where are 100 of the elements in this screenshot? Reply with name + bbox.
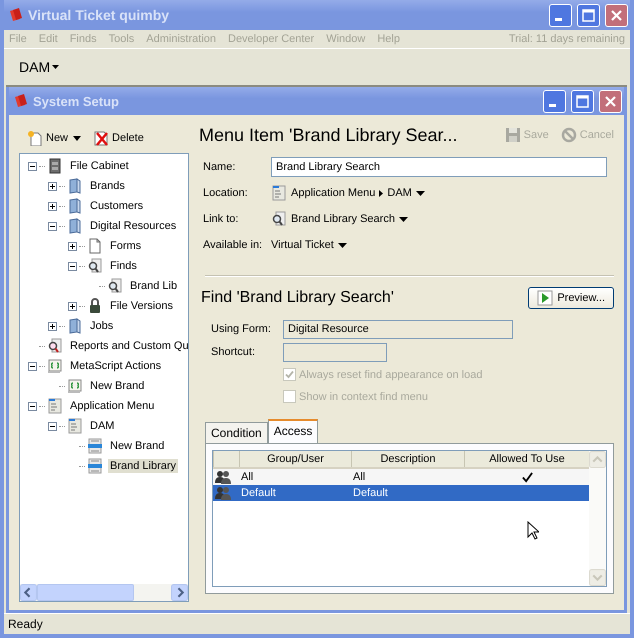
magnifier-icon (271, 211, 287, 227)
menu-icon (67, 418, 83, 434)
tab[interactable]: Condition (205, 422, 268, 443)
dropdown-arrow-icon[interactable] (398, 216, 408, 222)
tree-item[interactable]: New Brand (88, 379, 146, 393)
dropdown-arrow-icon[interactable] (416, 190, 425, 196)
collapse-toggle[interactable] (48, 422, 57, 430)
expand-toggle[interactable] (68, 302, 77, 310)
delete-button[interactable]: Delete (93, 130, 144, 146)
collapse-toggle[interactable] (28, 162, 37, 170)
expand-toggle[interactable] (68, 242, 77, 250)
tab[interactable]: Access (268, 419, 318, 443)
magnifier-icon (87, 258, 103, 274)
collapse-toggle[interactable] (68, 262, 77, 270)
tree-item[interactable]: DAM (88, 419, 116, 433)
menu-item-icon (87, 458, 103, 474)
link-target[interactable]: Brand Library Search (291, 213, 395, 225)
column-header[interactable]: Group/User (239, 451, 351, 467)
script-icon (67, 378, 83, 394)
maximize-button[interactable] (577, 4, 600, 26)
table-cell-text: Default (352, 486, 389, 501)
dropdown-arrow-icon[interactable] (338, 242, 347, 248)
magnifier-icon (107, 278, 123, 294)
table-cell-text: All (352, 470, 366, 485)
scroll-right-button[interactable] (171, 584, 188, 601)
menu-icon (271, 185, 287, 201)
folder-icon (67, 198, 83, 214)
tree-item[interactable]: Jobs (88, 319, 116, 333)
expand-toggle[interactable] (48, 202, 57, 210)
tree-item[interactable]: New Brand (108, 439, 166, 453)
find-title: Find 'Brand Library Search' (201, 289, 394, 307)
field-label: Available in: (203, 238, 264, 253)
table-row[interactable]: Default Default (213, 485, 589, 501)
tree-item[interactable]: Customers (88, 199, 146, 213)
new-document-icon (27, 130, 43, 146)
scroll-thumb[interactable] (37, 584, 134, 601)
window-title: Virtual Ticket quimby (28, 7, 170, 23)
tree-item[interactable]: Digital Resources (88, 219, 178, 233)
workspace-dropdown[interactable]: DAM (19, 59, 60, 75)
tree-item[interactable]: File Versions (108, 299, 175, 313)
user-group-icon (215, 469, 231, 485)
table-cell-text: All (240, 470, 254, 485)
folder-icon (67, 318, 83, 334)
tree-item[interactable]: MetaScript Actions (68, 359, 164, 373)
collapse-toggle[interactable] (28, 402, 37, 410)
cancel-icon (560, 127, 577, 143)
report-icon (47, 338, 63, 354)
tree-item[interactable]: Finds (108, 259, 139, 273)
dialog-title: System Setup (33, 94, 119, 108)
tree-item[interactable]: Application Menu (68, 399, 156, 413)
collapse-toggle[interactable] (28, 362, 37, 370)
maximize-button[interactable] (571, 90, 594, 112)
expand-toggle[interactable] (48, 182, 57, 190)
close-button[interactable] (599, 90, 622, 112)
status-text: Ready (8, 617, 43, 631)
using-form-field[interactable]: Digital Resource (283, 320, 513, 338)
preview-button[interactable]: Preview... (528, 287, 614, 309)
document-icon (87, 238, 103, 254)
delete-icon (93, 130, 110, 146)
tree-item[interactable]: Brands (88, 179, 127, 193)
table-row[interactable]: All All (213, 469, 589, 485)
field-label: Link to: (203, 212, 240, 227)
folder-icon (67, 218, 83, 234)
name-field[interactable]: Brand Library Search (271, 157, 607, 177)
breadcrumb-arrow-icon (379, 190, 384, 196)
close-button[interactable] (605, 4, 628, 26)
breadcrumb-item[interactable]: DAM (387, 187, 412, 199)
menu-icon (47, 398, 63, 414)
tree-item[interactable]: Forms (108, 239, 144, 253)
field-label: Location: (203, 186, 249, 201)
expand-toggle[interactable] (48, 322, 57, 330)
tree-item[interactable]: Brand Library (108, 459, 178, 473)
file-cabinet-icon (47, 158, 63, 174)
shortcut-field[interactable] (283, 342, 387, 362)
tree-item[interactable]: File Cabinet (68, 159, 131, 173)
minimize-button[interactable] (543, 90, 566, 112)
field-label: Using Form: (211, 322, 272, 337)
column-header[interactable]: Description (351, 451, 464, 467)
mouse-pointer-icon (527, 521, 539, 540)
play-icon (537, 290, 554, 306)
availability-value[interactable]: Virtual Ticket (271, 239, 334, 251)
caret-icon (73, 136, 82, 140)
breadcrumb-item[interactable]: Application Menu (291, 187, 376, 199)
table-cell-text: Default (240, 486, 277, 501)
minimize-button[interactable] (549, 4, 572, 26)
app-logo-icon (13, 93, 29, 109)
editor-title: Menu Item 'Brand Library Sear... (199, 124, 458, 146)
minimize-icon (554, 18, 562, 21)
script-icon (47, 358, 63, 374)
tree-item[interactable]: Brand Lib (128, 279, 180, 293)
tree-item[interactable]: Reports and Custom Qu (68, 339, 188, 353)
horizontal-scrollbar[interactable] (20, 584, 188, 601)
scroll-left-button[interactable] (20, 584, 37, 601)
folder-icon (67, 178, 83, 194)
app-logo-icon (8, 7, 24, 23)
new-button[interactable]: New (27, 130, 82, 146)
padlock-icon (87, 298, 103, 314)
minimize-icon (548, 104, 556, 107)
collapse-toggle[interactable] (48, 222, 57, 230)
field-label: Shortcut: (211, 345, 256, 360)
